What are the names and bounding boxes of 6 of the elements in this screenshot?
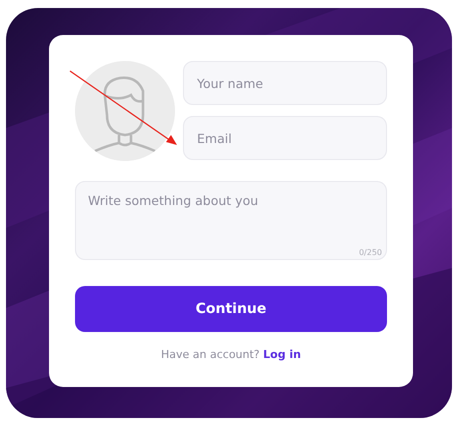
character-counter: 0/250 <box>358 248 382 257</box>
name-field[interactable]: Your name <box>183 61 387 105</box>
continue-button[interactable]: Continue <box>75 286 387 332</box>
login-prompt: Have an account? <box>160 348 260 361</box>
email-field[interactable]: Email <box>183 116 387 160</box>
login-link[interactable]: Log in <box>263 348 302 361</box>
